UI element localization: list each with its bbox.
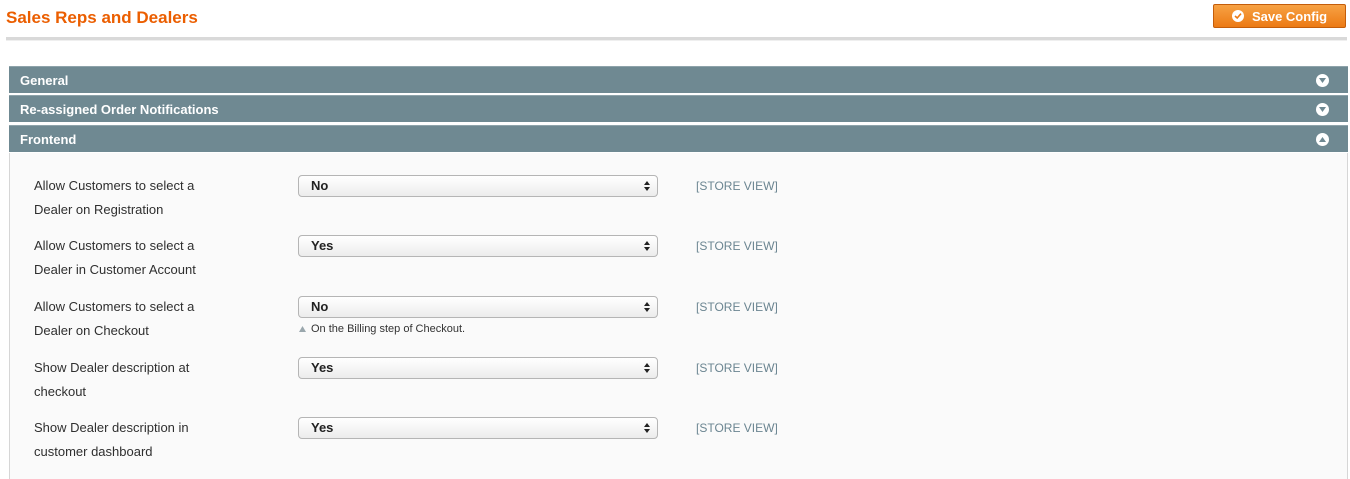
label-line: Dealer on Checkout [34,323,149,338]
save-config-label: Save Config [1251,8,1328,24]
page-title: Sales Reps and Dealers [6,8,198,27]
select-description-at-checkout[interactable]: Yes [298,357,658,379]
select-dealer-in-customer-account[interactable]: Yes [298,235,658,257]
save-config-button[interactable]: Save Config [1213,4,1346,28]
title-divider [6,37,1347,41]
select-description-in-dashboard[interactable]: Yes [298,417,658,439]
select-arrows-icon [644,423,650,433]
label-line: Allow Customers to select a [34,178,195,193]
section-header-general[interactable]: General [9,66,1348,93]
field-label-dealer-on-checkout: Allow Customers to select a Dealer on Ch… [34,295,254,343]
triangle-up-icon [299,326,306,332]
scope-label: [STORE VIEW] [696,421,778,435]
chevron-down-icon[interactable] [1316,103,1329,116]
label-line: Dealer on Registration [34,202,164,217]
label-line: customer dashboard [34,444,153,459]
select-value: No [311,299,329,314]
section-label: General [20,72,69,88]
select-arrows-icon [644,181,650,191]
select-value: No [311,178,329,193]
field-note-text: On the Billing step of Checkout. [311,323,466,335]
field-note: On the Billing step of Checkout. [299,323,465,335]
chevron-up-icon[interactable] [1316,133,1329,146]
scope-label: [STORE VIEW] [696,239,778,253]
scope-label: [STORE VIEW] [696,179,778,193]
select-arrows-icon [644,241,650,251]
select-value: Yes [311,360,334,375]
section-label: Frontend [20,131,77,147]
section-label: Re-assigned Order Notifications [20,101,219,117]
chevron-down-icon[interactable] [1316,74,1329,87]
field-label-dealer-in-customer-account: Allow Customers to select a Dealer in Cu… [34,234,254,282]
field-label-description-at-checkout: Show Dealer description at checkout [34,356,254,404]
select-arrows-icon [644,363,650,373]
section-header-frontend[interactable]: Frontend [9,125,1348,152]
select-dealer-on-registration[interactable]: No [298,175,658,197]
section-header-reassigned-order-notifications[interactable]: Re-assigned Order Notifications [9,95,1348,122]
field-label-description-in-dashboard: Show Dealer description in customer dash… [34,416,254,464]
select-dealer-on-checkout[interactable]: No [298,296,658,318]
field-label-dealer-on-registration: Allow Customers to select a Dealer on Re… [34,174,254,222]
select-value: Yes [311,238,334,253]
scope-label: [STORE VIEW] [696,300,778,314]
label-line: checkout [34,384,87,399]
label-line: Dealer in Customer Account [34,262,196,277]
select-arrows-icon [644,302,650,312]
checkmark-icon [1231,10,1244,22]
label-line: Allow Customers to select a [34,299,195,314]
label-line: Show Dealer description at [34,360,190,375]
label-line: Allow Customers to select a [34,238,195,253]
label-line: Show Dealer description in [34,420,189,435]
scope-label: [STORE VIEW] [696,361,778,375]
select-value: Yes [311,420,334,435]
